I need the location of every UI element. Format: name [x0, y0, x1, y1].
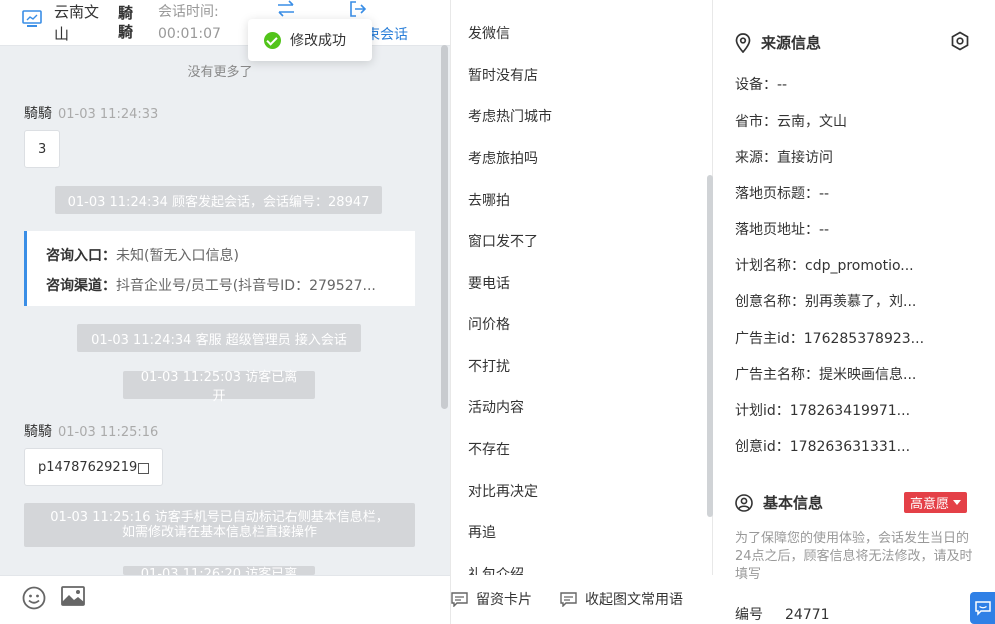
info-number: 编号 24771 [735, 607, 830, 623]
consult-entry-card: 咨询入口：未知(暂无入口信息) 咨询渠道：抖音企业号/员工号(抖音号ID：279… [24, 231, 415, 306]
info-plan-name: 计划名称：cdp_promotio... [735, 258, 914, 274]
quick-reply-item[interactable]: 不打扰 [468, 356, 510, 376]
message-time: 01-03 11:25:16 [58, 425, 159, 440]
computer-icon [22, 10, 42, 27]
check-circle-icon [264, 31, 281, 49]
exit-icon[interactable] [348, 0, 368, 18]
quick-reply-toolbar: 留资卡片 收起图文常用语 [451, 575, 714, 624]
consult-entry-row: 咨询入口：未知(暂无入口信息) [46, 248, 239, 264]
quick-reply-item[interactable]: 对比再决定 [468, 481, 538, 501]
caret-down-icon [953, 500, 962, 505]
sender-name: 騎騎 [24, 106, 52, 122]
quick-reply-item[interactable]: 再追 [468, 522, 496, 542]
quick-reply-item[interactable]: 暂时没有店 [468, 65, 538, 85]
message-time: 01-03 11:24:33 [58, 107, 159, 122]
no-more-messages: 没有更多了 [187, 65, 253, 80]
quick-reply-item[interactable]: 发微信 [468, 23, 510, 43]
visitor-location: 云南文山 [54, 3, 100, 43]
info-landing-title: 落地页标题：-- [735, 186, 830, 202]
user-circle-icon [735, 493, 753, 512]
chat-float-button[interactable] [970, 592, 995, 624]
quick-reply-item[interactable]: 礼包介绍 [468, 564, 524, 575]
chat-header: 云南文山 騎騎 会话时间: 00:01:07 束会话 [0, 0, 450, 46]
info-landing-url: 落地页地址：-- [735, 222, 830, 238]
phone-text: p14787629219 [38, 459, 138, 475]
settings-icon[interactable] [950, 31, 970, 51]
edit-notice: 为了保障您的使用体验，会话发生当日的24点之后，顾客信息将无法修改，请及时填写 [735, 531, 973, 582]
info-device: 设备：-- [735, 77, 788, 93]
quick-reply-item[interactable]: 要电话 [468, 273, 510, 293]
message-sender: 騎騎 01-03 11:25:16 [24, 421, 158, 441]
chat-panel: 云南文山 騎騎 会话时间: 00:01:07 束会话 修改成功 没有更多了 騎騎… [0, 0, 450, 624]
info-plan-id: 计划id：178263419971... [735, 403, 911, 419]
message-sender: 騎騎 01-03 11:24:33 [24, 103, 158, 123]
message-bubble: 3 [24, 130, 61, 168]
collapse-phrases-label: 收起图文常用语 [585, 592, 683, 608]
end-session-button[interactable]: 束会话 [366, 24, 408, 44]
success-toast: 修改成功 [248, 19, 372, 61]
session-time-value: 00:01:07 [158, 26, 221, 42]
chat-toolbar [0, 575, 450, 624]
consult-channel-row: 咨询渠道：抖音企业号/员工号(抖音号ID：279527... [46, 278, 376, 294]
info-advertiser-id: 广告主id：176285378923... [735, 331, 925, 347]
source-info-title: 来源信息 [735, 32, 821, 53]
chat-bubble-icon [975, 600, 991, 616]
quick-reply-item[interactable]: 考虑热门城市 [468, 106, 552, 126]
info-province-city: 省市：云南，文山 [735, 114, 847, 130]
message-icon [560, 591, 577, 607]
lead-card-button[interactable]: 留资卡片 [451, 589, 532, 609]
quick-reply-item[interactable]: 不存在 [468, 439, 510, 459]
visitor-name: 騎騎 [118, 4, 134, 41]
system-message: 01-03 11:24:34 顾客发起会话，会话编号：28947 [55, 186, 382, 214]
info-creative-name: 创意名称：别再羡慕了，刘... [735, 294, 917, 310]
emoji-icon[interactable] [22, 586, 46, 610]
system-message: 01-03 11:25:03 访客已离开 [123, 370, 315, 404]
quick-reply-item[interactable]: 去哪拍 [468, 190, 510, 210]
card-icon [451, 591, 468, 607]
message-bubble: p14787629219 [24, 448, 164, 486]
session-time-label: 会话时间: [158, 4, 219, 20]
collapse-phrases-button[interactable]: 收起图文常用语 [560, 589, 683, 609]
copy-icon[interactable] [138, 462, 150, 474]
intent-level-label: 高意愿 [910, 497, 950, 512]
system-message: 01-03 11:25:16 访客手机号已自动标记右侧基本信息栏， 如需修改请在… [24, 503, 415, 547]
visitor-info-panel: 来源信息 设备：-- 省市：云南，文山 来源：直接访问 落地页标题：-- 落地页… [713, 0, 995, 624]
system-message: 01-03 11:24:34 客服 超级管理员 接入会话 [77, 324, 361, 352]
info-creative-id: 创意id：178263631331... [735, 439, 911, 455]
image-icon[interactable] [61, 586, 85, 608]
location-pin-icon [735, 32, 751, 53]
chat-scrollbar[interactable] [441, 45, 448, 409]
sender-name: 騎騎 [24, 424, 52, 440]
quick-reply-item[interactable]: 考虑旅拍吗 [468, 148, 538, 168]
quick-reply-panel: 发微信 暂时没有店 考虑热门城市 考虑旅拍吗 去哪拍 窗口发不了 要电话 问价格… [450, 0, 714, 624]
info-advertiser-name: 广告主名称：提米映画信息... [735, 367, 917, 383]
quick-reply-item[interactable]: 问价格 [468, 314, 510, 334]
system-message: 01-03 11:26:20 访客已离开 [123, 566, 315, 575]
basic-info-title: 基本信息 [735, 492, 823, 513]
toast-message: 修改成功 [290, 33, 346, 49]
lead-card-label: 留资卡片 [476, 592, 532, 608]
quick-reply-item[interactable]: 活动内容 [468, 397, 524, 417]
transfer-icon[interactable] [276, 0, 296, 18]
intent-level-dropdown[interactable]: 高意愿 [904, 492, 968, 513]
quick-reply-item[interactable]: 窗口发不了 [468, 231, 538, 251]
info-source: 来源：直接访问 [735, 150, 833, 166]
